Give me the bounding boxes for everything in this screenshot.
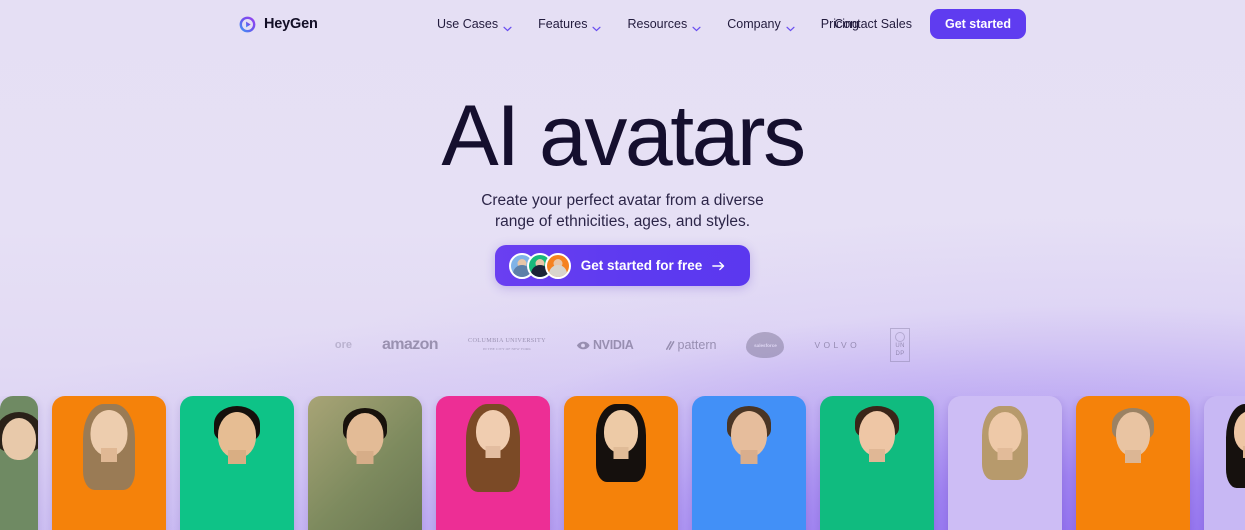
cta-label: Get started for free xyxy=(580,258,703,273)
nvidia-logo-text: NVIDIA xyxy=(592,338,634,352)
partial-logo: ore xyxy=(334,339,352,351)
customer-logo-bar: ore amazon COLUMBIA UNIVERSITY IN THE CI… xyxy=(0,328,1245,362)
avatar-card-2[interactable] xyxy=(180,396,294,530)
arrow-right-icon xyxy=(712,260,726,272)
avatar-card-1[interactable] xyxy=(52,396,166,530)
avatar-carousel[interactable] xyxy=(0,396,1245,530)
get-started-button[interactable]: Get started xyxy=(930,9,1026,39)
volvo-logo-text: VOLVO xyxy=(814,340,861,350)
avatar-card-8[interactable] xyxy=(948,396,1062,530)
avatar-card-4[interactable] xyxy=(436,396,550,530)
nav-item-resources[interactable]: Resources xyxy=(627,17,701,32)
amazon-logo-text: amazon xyxy=(381,336,439,353)
main-nav: Use Cases Features Resources Company Pri… xyxy=(437,17,859,32)
get-started-for-free-button[interactable]: Get started for free xyxy=(494,245,751,286)
hero-subtitle: Create your perfect avatar from a divers… xyxy=(0,190,1245,232)
salesforce-logo-text: salesforce xyxy=(746,332,785,358)
nav-item-company[interactable]: Company xyxy=(727,17,795,32)
undp-logo: UN DP xyxy=(890,328,911,362)
nvidia-eye-icon xyxy=(576,341,590,349)
nav-label-company: Company xyxy=(727,17,781,31)
columbia-logo-text: COLUMBIA UNIVERSITY xyxy=(467,337,546,344)
columbia-logo-subtext: IN THE CITY OF NEW YORK xyxy=(482,347,532,351)
avatar-card-6[interactable] xyxy=(692,396,806,530)
contact-sales-link[interactable]: Contact Sales xyxy=(834,17,912,31)
brand-name: HeyGen xyxy=(264,16,318,32)
avatar-card-7[interactable] xyxy=(820,396,934,530)
nav-label-resources: Resources xyxy=(627,17,688,31)
header-actions: Contact Sales Get started xyxy=(834,9,1026,39)
salesforce-cloud-logo: salesforce xyxy=(746,330,785,360)
cta-avatar-3 xyxy=(544,252,571,279)
avatar-card-10[interactable] xyxy=(1204,396,1245,530)
nav-item-features[interactable]: Features xyxy=(538,17,602,32)
cta-avatar-stack xyxy=(508,252,571,279)
amazon-logo: amazon xyxy=(381,330,439,360)
avatar-card-3[interactable] xyxy=(308,396,422,530)
undp-logo-subtext: DP xyxy=(895,351,905,357)
volvo-logo: VOLVO xyxy=(814,330,860,360)
pattern-logo-text: pattern xyxy=(677,338,717,352)
chevron-down-icon xyxy=(592,21,602,32)
site-header: HeyGen Use Cases Features Resources Comp… xyxy=(0,0,1245,48)
avatar-card-5[interactable] xyxy=(564,396,678,530)
hero-subtitle-line-1: Create your perfect avatar from a divers… xyxy=(481,192,764,209)
page-root: HeyGen Use Cases Features Resources Comp… xyxy=(0,0,1245,530)
hero-cta-wrapper: Get started for free xyxy=(0,245,1245,286)
undp-logo-text: UN xyxy=(895,343,905,349)
brand-logo[interactable]: HeyGen xyxy=(238,15,318,34)
nav-item-use-cases[interactable]: Use Cases xyxy=(437,17,512,32)
chevron-down-icon xyxy=(503,21,512,32)
pattern-logo: pattern xyxy=(664,330,717,360)
hero-subtitle-line-2: range of ethnicities, ages, and styles. xyxy=(494,213,751,230)
nvidia-logo: NVIDIA xyxy=(576,330,634,360)
heygen-play-circle-icon xyxy=(238,15,257,34)
avatar-card-9[interactable] xyxy=(1076,396,1190,530)
undp-globe-icon xyxy=(895,332,906,342)
pattern-mark-icon xyxy=(665,340,674,350)
nav-label-use-cases: Use Cases xyxy=(437,17,499,31)
avatar-card-edge-left[interactable] xyxy=(0,396,38,530)
columbia-university-logo: COLUMBIA UNIVERSITY IN THE CITY OF NEW Y… xyxy=(468,330,546,360)
chevron-down-icon xyxy=(692,21,701,32)
page-title: AI avatars xyxy=(441,88,806,184)
chevron-down-icon xyxy=(786,21,795,32)
nav-label-features: Features xyxy=(538,17,588,31)
